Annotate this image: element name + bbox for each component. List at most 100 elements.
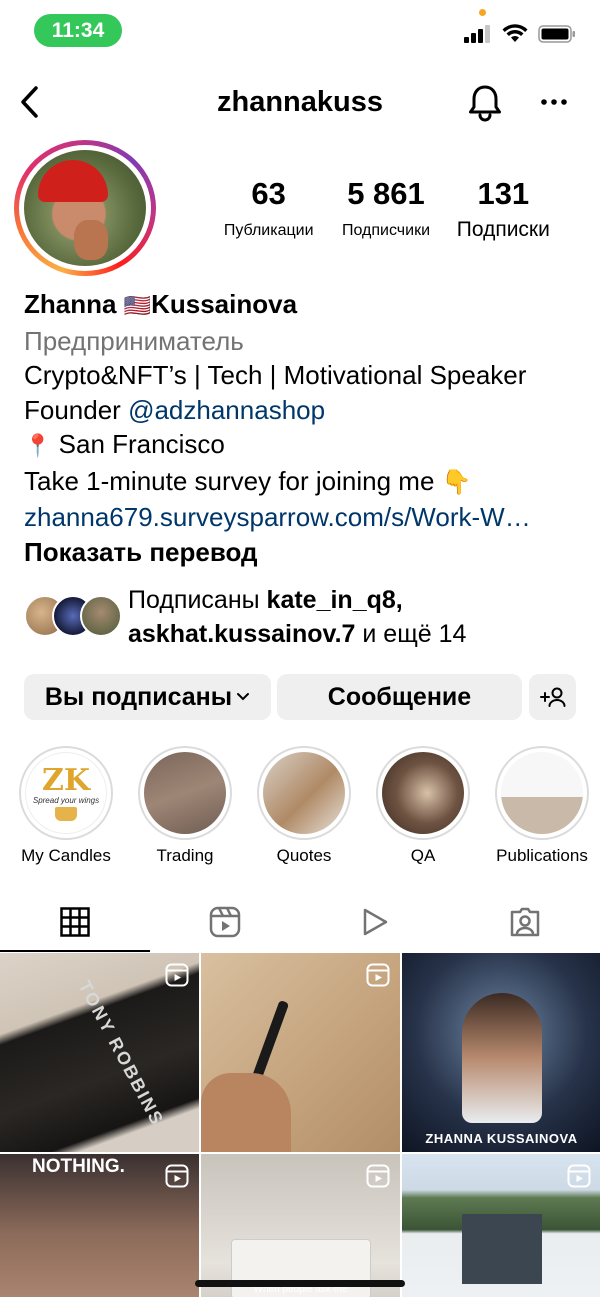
home-indicator[interactable] [195,1280,405,1287]
privacy-indicator-dot [479,9,486,16]
battery-icon [538,24,575,43]
grid-post[interactable] [201,953,400,1152]
post-overlay-text: ZHANNA KUSSAINOVA [425,1131,578,1146]
following-button[interactable]: Вы подписаны [24,674,271,720]
mutual-followers-text: Подписаны kate_in_q8, askhat.kussainov.7… [128,586,467,648]
hand-shape [201,1073,291,1152]
profile-stats: 63 Публикации 5 861 Подписчики 131 Подпи… [210,176,562,242]
highlight-trading[interactable]: Trading [135,746,235,866]
bio-line-tagline: Crypto&NFT’s | Tech | Motivational Speak… [24,360,527,390]
active-tab-indicator [0,950,150,952]
message-button[interactable]: Сообщение [277,674,522,720]
header-username: zhannakuss [217,86,383,118]
tab-tagged[interactable] [450,892,600,952]
bio-survey-text: Take 1-minute survey for joining me [24,465,435,496]
highlight-qa[interactable]: QA [373,746,473,866]
mutual-user-2: askhat.kussainov.7 [128,620,356,648]
add-person-icon [539,687,565,707]
candle-jar-icon [55,806,77,821]
play-icon [363,908,388,936]
bio-line-survey: Take 1-minute survey for joining me 👇 [24,464,584,501]
bio-line-founder: Founder @adzhannashop [24,393,584,428]
bio-mention-link[interactable]: @adzhannashop [128,395,325,425]
highlight-label: My Candles [21,846,111,865]
reel-badge-icon [165,1164,189,1188]
reel-badge-icon [366,963,390,987]
profile-avatar-story-ring[interactable] [14,140,156,276]
location-pin-icon: 📍 [24,433,52,458]
highlight-quotes[interactable]: Quotes [254,746,354,866]
grid-post[interactable]: NOTHING. [0,1154,199,1297]
tab-videos[interactable] [300,892,450,952]
name-first: Zhanna [24,289,117,319]
profile-bio: Zhanna 🇺🇸Kussainova Предприниматель Cryp… [24,287,584,569]
following-button-label: Вы подписаны [44,682,233,711]
message-button-label: Сообщение [327,682,472,711]
status-bar: 11:34 [0,0,600,60]
post-overlay-text: NOTHING. [32,1156,125,1177]
stat-following[interactable]: 131 Подписки [445,176,562,242]
grid-icon [60,907,90,937]
posts-grid: TONY ROBBINS ZHANNA KUSSAINOVA NOTHING. … [0,953,600,1297]
suggested-people-button[interactable] [529,674,576,720]
bio-website-link[interactable]: zhanna679.surveysparrow.com/s/Work-W… [24,500,584,535]
stat-following-label: Подписки [456,218,550,241]
us-flag-emoji: 🇺🇸 [123,293,152,318]
stat-posts[interactable]: 63 Публикации [210,176,327,242]
reel-badge-icon [366,1164,390,1188]
stat-followers-count: 5 861 [347,176,425,211]
post-overlay-text: TONY ROBBINS [74,977,168,1130]
mutual-followers[interactable]: Подписаны kate_in_q8, askhat.kussainov.7… [24,583,584,653]
chevron-down-icon [237,693,250,701]
grid-post[interactable] [402,1154,600,1297]
mutual-user-1: kate_in_q8 [266,586,396,614]
highlight-cover [263,752,345,834]
mutual-follower-avatars [24,595,122,637]
stat-following-count: 131 [477,176,530,211]
pointing-down-emoji: 👇 [441,468,472,496]
bio-founder-prefix: Founder [24,394,121,425]
grid-post[interactable]: ZHANNA KUSSAINOVA [402,953,600,1152]
tagged-person-icon [510,907,540,937]
status-time[interactable]: 11:34 [34,14,122,47]
profile-content-tabs [0,892,600,952]
grid-post[interactable]: When people ask me [201,1154,400,1297]
show-translation-link[interactable]: Показать перевод [24,535,584,570]
profile-full-name: Zhanna 🇺🇸Kussainova [24,287,584,324]
followed-by-prefix: Подписаны [128,586,260,614]
highlight-label: Trading [156,846,214,865]
highlight-my-candles[interactable]: ZK Spread your wings My Candles [16,746,116,866]
stat-posts-label: Публикации [223,222,314,239]
tab-grid-posts[interactable] [0,892,150,952]
highlight-cover [501,752,583,834]
cellular-signal-icon [464,24,490,43]
highlight-cover [144,752,226,834]
bio-line-location: 📍 San Francisco [24,427,584,464]
stat-followers-label: Подписчики [341,222,430,239]
profile-header: zhannakuss [0,72,600,132]
reel-badge-icon [165,963,189,987]
tab-reels[interactable] [150,892,300,952]
more-horizontal-icon [541,99,567,105]
highlight-label: Publications [496,846,588,865]
highlight-cover: ZK Spread your wings [25,752,107,834]
profile-category: Предприниматель [24,325,244,356]
highlight-label: Quotes [276,846,332,865]
followed-by-suffix: и ещё 14 [362,620,467,648]
notifications-button[interactable] [466,82,504,122]
status-icons [464,24,576,43]
reels-icon [209,906,241,938]
grid-post[interactable]: TONY ROBBINS [0,953,199,1152]
name-last: Kussainova [151,289,298,319]
highlight-publications[interactable]: Publications [492,746,592,866]
highlight-label: QA [410,846,436,865]
bell-icon [469,85,501,122]
stat-followers[interactable]: 5 861 Подписчики [327,176,444,242]
wifi-icon [502,24,528,42]
bio-location-text: San Francisco [58,429,225,459]
more-options-button[interactable] [538,84,570,120]
reel-badge-icon [567,1164,591,1188]
candles-logo-subtext: Spread your wings [32,795,100,805]
highlight-cover [382,752,464,834]
story-highlights: ZK Spread your wings My Candles Trading … [0,746,600,868]
